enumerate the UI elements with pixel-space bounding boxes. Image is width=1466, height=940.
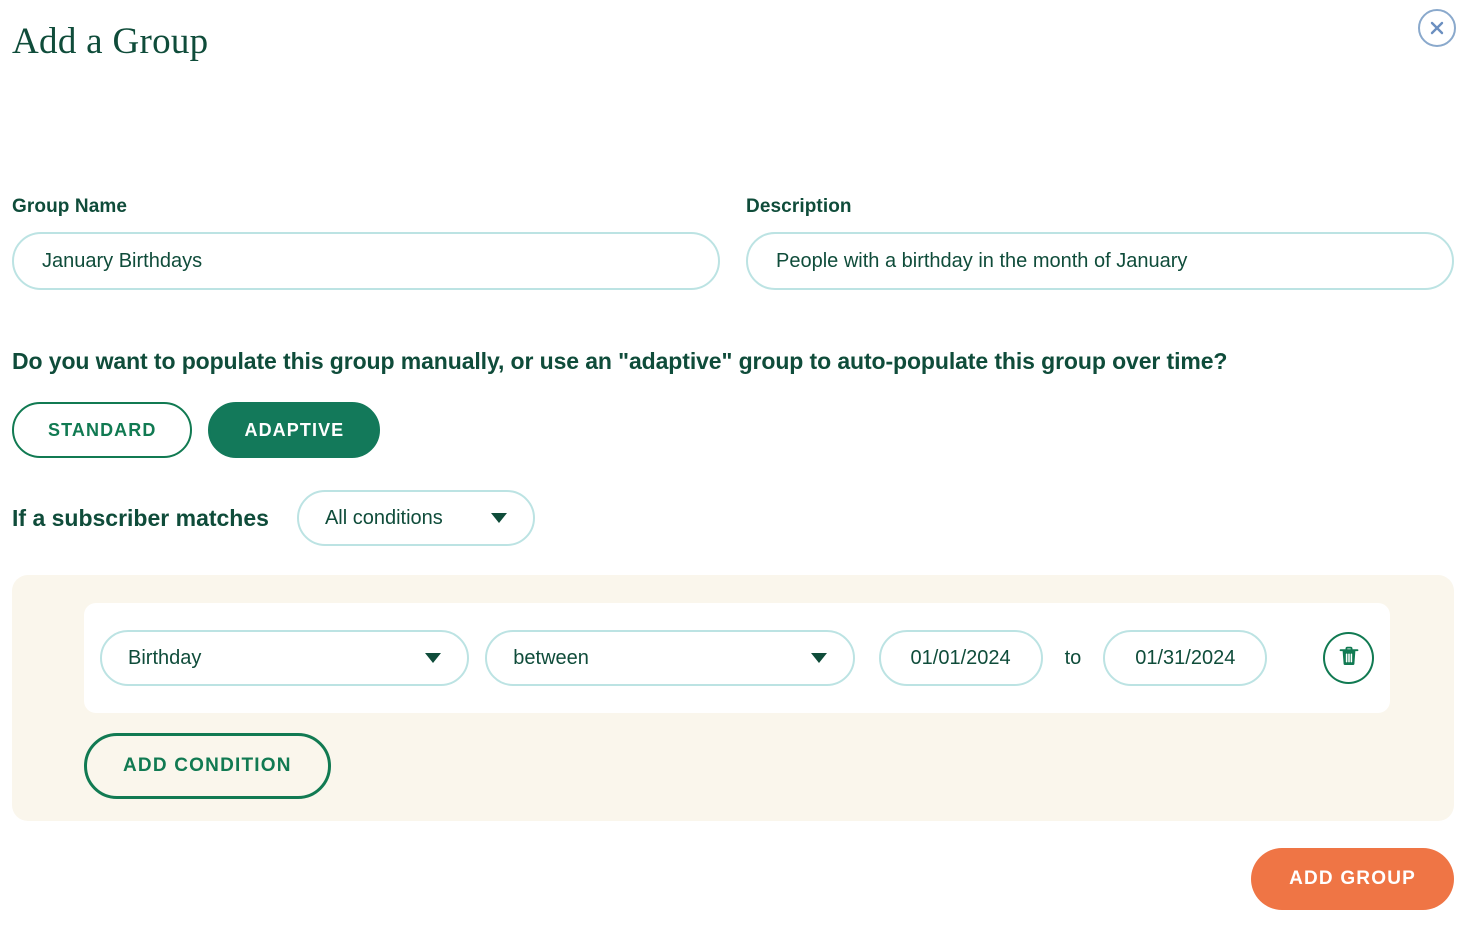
condition-operator-select[interactable]: between <box>485 630 855 686</box>
adaptive-mode-button[interactable]: ADAPTIVE <box>208 402 381 458</box>
chevron-down-icon <box>425 653 442 663</box>
conditions-panel: Birthday between to <box>12 575 1454 821</box>
populate-question: Do you want to populate this group manua… <box>12 348 1228 374</box>
match-condition-row: If a subscriber matches All conditions <box>12 490 535 546</box>
condition-operator-value: between <box>513 646 589 669</box>
add-condition-button[interactable]: ADD CONDITION <box>84 733 331 799</box>
date-range-to-label: to <box>1064 646 1082 669</box>
delete-condition-button[interactable] <box>1323 632 1374 684</box>
condition-field-select[interactable]: Birthday <box>100 630 470 686</box>
close-button[interactable] <box>1418 9 1456 47</box>
description-field-group: Description <box>746 196 1454 290</box>
chevron-down-icon <box>490 513 507 523</box>
condition-field-value: Birthday <box>128 646 202 669</box>
page-title: Add a Group <box>12 21 209 62</box>
form-fields-row: Group Name Description <box>12 196 1454 290</box>
close-icon <box>1427 18 1447 38</box>
add-group-modal: Add a Group Group Name Description Do yo… <box>0 0 1466 940</box>
standard-mode-button[interactable]: STANDARD <box>12 402 193 458</box>
group-mode-toggle: STANDARD ADAPTIVE <box>12 402 381 458</box>
condition-date-to-input[interactable] <box>1103 630 1268 686</box>
match-type-value: All conditions <box>324 506 443 529</box>
group-name-label: Group Name <box>12 196 128 217</box>
condition-date-from-input[interactable] <box>878 630 1043 686</box>
add-group-button[interactable]: ADD GROUP <box>1251 848 1454 910</box>
match-label: If a subscriber matches <box>12 504 269 531</box>
condition-row: Birthday between to <box>84 603 1390 713</box>
description-input[interactable] <box>746 232 1454 290</box>
trash-icon <box>1337 644 1361 673</box>
match-type-select[interactable]: All conditions <box>296 490 535 546</box>
group-name-input[interactable] <box>12 232 720 290</box>
group-name-field-group: Group Name <box>12 196 720 290</box>
chevron-down-icon <box>810 653 827 663</box>
description-label: Description <box>746 196 852 217</box>
